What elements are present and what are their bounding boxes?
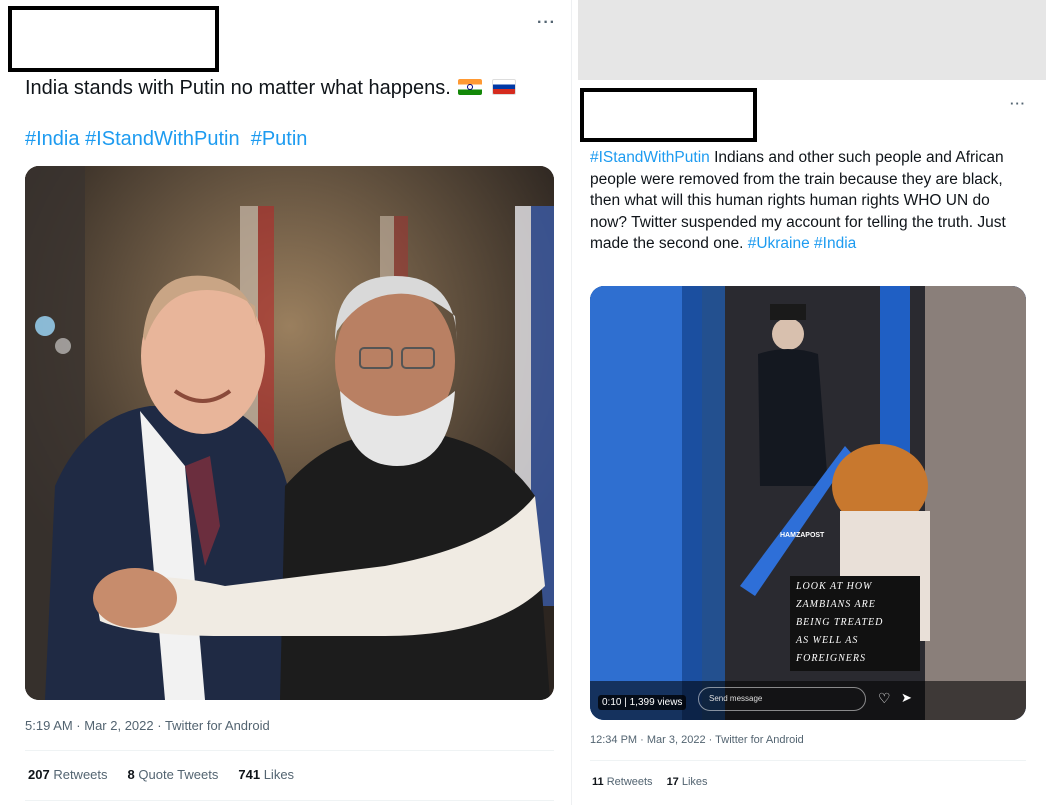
hashtags-line: #India #IStandWithPutin #Putin <box>25 127 307 151</box>
leaders-photo <box>25 166 554 700</box>
video-watermark: HAMZAPOST <box>780 532 825 539</box>
caption-line: AS WELL AS <box>796 635 859 646</box>
likes-stat[interactable]: 741 Likes <box>238 767 294 782</box>
send-message-placeholder: Send message <box>709 694 763 703</box>
hashtag-india[interactable]: #India <box>25 128 80 150</box>
retweets-stat[interactable]: 11 Retweets <box>592 776 653 788</box>
hashtag-india[interactable]: #India <box>814 235 856 252</box>
more-options-icon[interactable]: ··· <box>1010 96 1026 111</box>
likes-stat[interactable]: 17 Likes <box>667 776 708 788</box>
right-tweet: ··· #IStandWithPutin Indians and other s… <box>578 80 1046 805</box>
hashtag-putin[interactable]: #Putin <box>251 128 308 150</box>
redacted-username <box>580 88 757 142</box>
caption-line: FOREIGNERS <box>796 653 866 664</box>
divider <box>590 760 1026 761</box>
russia-flag-icon <box>491 79 516 95</box>
left-tweet: ··· India stands with Putin no matter wh… <box>0 0 572 805</box>
hashtag-ukraine[interactable]: #Ukraine <box>748 235 810 252</box>
video-time: 0:10 <box>602 697 622 708</box>
retweets-stat[interactable]: 207 Retweets <box>28 767 108 782</box>
tweet-body: India stands with Putin no matter what h… <box>25 77 451 99</box>
video-views: 1,399 views <box>629 697 683 708</box>
quote-tweets-stat[interactable]: 8 Quote Tweets <box>128 767 219 782</box>
more-options-icon[interactable]: ··· <box>537 14 556 32</box>
caption-line: ZAMBIANS ARE <box>796 599 876 610</box>
tweet-timestamp[interactable]: 5:19 AM · Mar 2, 2022 · Twitter for Andr… <box>25 718 270 733</box>
heart-icon[interactable]: ♡ <box>878 690 891 707</box>
tweet-video[interactable]: HAMZAPOST LOOK AT HOW ZAMBIANS ARE BEING… <box>590 286 1026 720</box>
tweet-stats: 207 Retweets 8 Quote Tweets 741 Likes <box>28 767 294 782</box>
india-flag-icon <box>458 79 483 95</box>
tweet-text: #IStandWithPutin Indians and other such … <box>590 147 1030 255</box>
tweet-stats: 11 Retweets 17 Likes <box>592 776 708 788</box>
caption-line: LOOK AT HOW <box>796 581 873 592</box>
tweet-photo[interactable] <box>25 166 554 700</box>
send-icon[interactable]: ➤ <box>901 690 912 706</box>
divider <box>25 800 554 801</box>
send-message-input[interactable]: Send message <box>698 687 866 711</box>
tweet-timestamp[interactable]: 12:34 PM · Mar 3, 2022 · Twitter for And… <box>590 734 804 746</box>
video-caption: LOOK AT HOW ZAMBIANS ARE BEING TREATED A… <box>796 578 916 668</box>
hashtag-istandwithputin[interactable]: #IStandWithPutin <box>590 149 710 166</box>
header-gray-area <box>578 0 1046 80</box>
caption-line: BEING TREATED <box>796 617 884 628</box>
tweet-text: India stands with Putin no matter what h… <box>25 76 516 100</box>
hashtag-istandwithputin[interactable]: #IStandWithPutin <box>85 128 240 150</box>
divider <box>25 750 554 751</box>
video-time-badge: 0:10 | 1,399 views <box>598 695 687 710</box>
redacted-username <box>8 6 219 72</box>
